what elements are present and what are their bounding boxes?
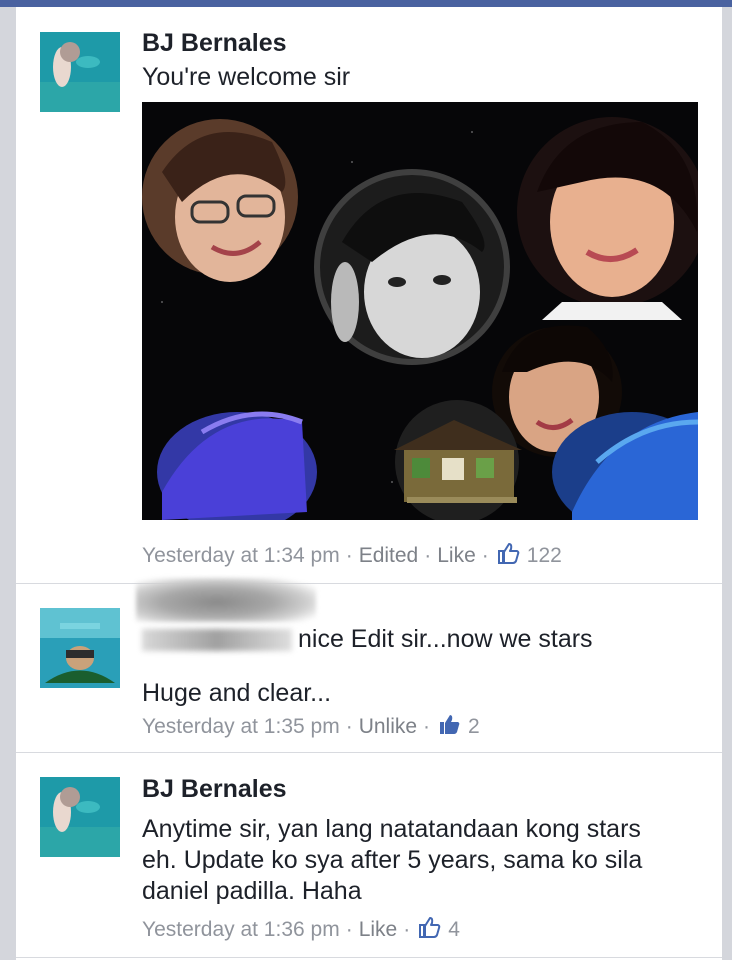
top-app-bar (0, 0, 732, 7)
meta-separator: · (403, 918, 411, 941)
meta-separator: · (423, 715, 431, 738)
meta-separator: · (345, 544, 353, 567)
meta-separator: · (424, 544, 432, 567)
comment-text-line1: nice Edit sir...now we stars (298, 625, 593, 653)
thumbs-up-icon[interactable] (418, 915, 442, 945)
redacted-author-name (136, 578, 316, 622)
like-count[interactable]: 122 (527, 544, 562, 568)
like-button[interactable]: Like (359, 918, 398, 942)
thumbs-up-icon[interactable] (438, 712, 462, 742)
comment-meta: Yesterday at 1:34 pm · Edited · Like · 1… (142, 541, 562, 571)
meta-separator: · (345, 715, 353, 738)
comment-meta: Yesterday at 1:36 pm · Like · 4 (142, 915, 460, 945)
comment-text-line2: Huge and clear... (142, 679, 332, 707)
meta-separator: · (481, 544, 489, 567)
comment-meta: Yesterday at 1:35 pm · Unlike · 2 (142, 712, 480, 742)
like-button[interactable]: Like (437, 544, 476, 568)
comment-item: BJ Bernales Anytime sir, yan lang natata… (16, 753, 722, 957)
avatar[interactable] (40, 777, 120, 857)
comment-timestamp[interactable]: Yesterday at 1:35 pm (142, 715, 340, 739)
attached-photo[interactable] (142, 102, 698, 520)
meta-separator: · (345, 918, 353, 941)
comment-timestamp[interactable]: Yesterday at 1:36 pm (142, 918, 340, 942)
comment-author[interactable]: BJ Bernales (142, 29, 287, 58)
comment-author[interactable]: BJ Bernales (142, 775, 287, 804)
avatar[interactable] (40, 608, 120, 688)
comment-item: BJ Bernales You're welcome sir Yesterday… (16, 7, 722, 583)
comment-timestamp[interactable]: Yesterday at 1:34 pm (142, 544, 340, 568)
edited-label[interactable]: Edited (359, 544, 419, 568)
comment-text: Anytime sir, yan lang natatandaan kong s… (142, 815, 643, 905)
comments-panel: BJ Bernales You're welcome sir Yesterday… (16, 7, 722, 960)
comment-text: You're welcome sir (142, 63, 351, 91)
thumbs-up-icon[interactable] (497, 541, 521, 571)
like-count[interactable]: 2 (468, 715, 480, 739)
avatar[interactable] (40, 32, 120, 112)
like-count[interactable]: 4 (448, 918, 460, 942)
unlike-button[interactable]: Unlike (359, 715, 417, 739)
comment-item: nice Edit sir...now we stars Huge and cl… (16, 578, 722, 752)
redacted-mention (142, 629, 292, 652)
comment-divider (16, 957, 722, 958)
comment-text: nice Edit sir...now we stars (142, 624, 712, 655)
